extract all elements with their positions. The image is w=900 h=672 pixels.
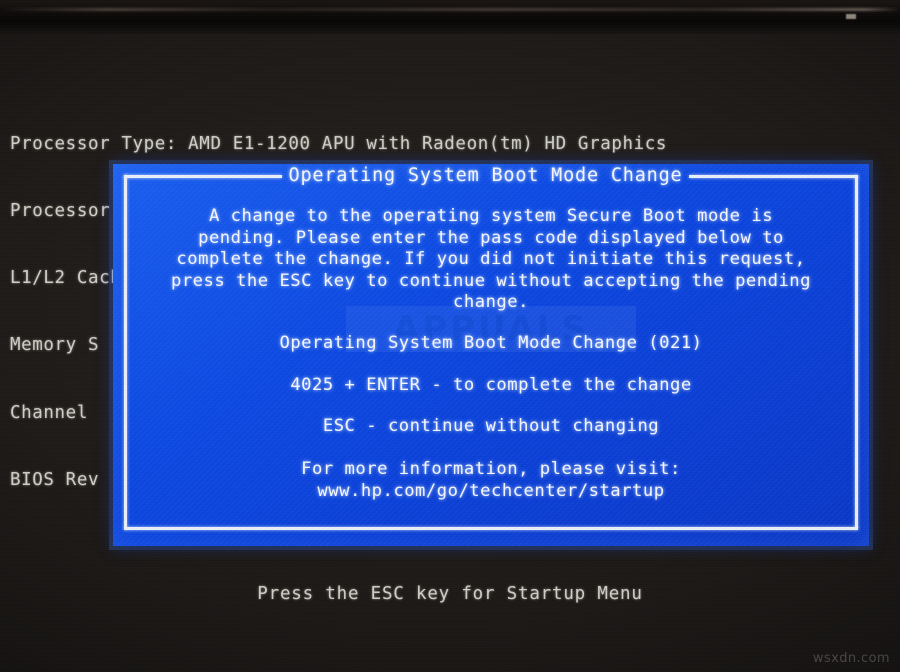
post-line-processor-type: Processor Type: AMD E1-1200 APU with Rad…: [10, 133, 668, 154]
bios-screen-photo: Processor Type: AMD E1-1200 APU with Rad…: [0, 0, 900, 672]
dialog-more-info-label: For more information, please visit:: [301, 459, 681, 479]
bezel-indicator-icon: [846, 14, 856, 19]
bezel-highlight: [0, 8, 900, 11]
dialog-title: Operating System Boot Mode Change: [288, 165, 683, 186]
dialog-support-url[interactable]: www.hp.com/go/techcenter/startup: [127, 481, 855, 503]
dialog-frame-top-right: [689, 175, 858, 178]
dialog-esc-instruction[interactable]: ESC - continue without changing: [127, 415, 855, 437]
site-watermark: wsxdn.com: [812, 651, 890, 666]
dialog-frame-top-left: [124, 175, 282, 178]
monitor-bezel: [0, 0, 900, 34]
dialog-frame-bottom: [124, 527, 858, 530]
dialog-body-paragraph: A change to the operating system Secure …: [170, 206, 812, 313]
dialog-enter-instruction[interactable]: 4025 + ENTER - to complete the change: [127, 374, 855, 396]
dialog-change-id-line: Operating System Boot Mode Change (021): [279, 333, 703, 353]
startup-menu-prompt[interactable]: Press the ESC key for Startup Menu: [0, 584, 900, 604]
boot-mode-change-dialog: Operating System Boot Mode Change APPUAL…: [113, 164, 869, 546]
dialog-frame-right: [855, 175, 858, 529]
